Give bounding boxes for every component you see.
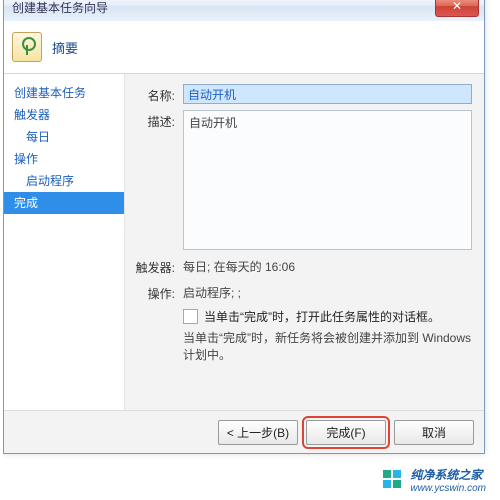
sidebar-item-4[interactable]: 启动程序 bbox=[4, 170, 124, 192]
wizard-sidebar: 创建基本任务触发器每日操作启动程序完成 bbox=[4, 74, 125, 410]
open-properties-label: 当单击“完成”时，打开此任务属性的对话框。 bbox=[204, 308, 440, 325]
button-bar: < 上一步(B) 完成(F) 取消 bbox=[4, 410, 484, 453]
cancel-button[interactable]: 取消 bbox=[394, 420, 474, 445]
page-title: 摘要 bbox=[52, 38, 78, 57]
action-value: 启动程序; ; bbox=[183, 282, 472, 301]
sidebar-item-2[interactable]: 每日 bbox=[4, 126, 124, 148]
trigger-value: 每日; 在每天的 16:06 bbox=[183, 256, 472, 275]
back-button[interactable]: < 上一步(B) bbox=[218, 420, 298, 445]
description-field[interactable] bbox=[183, 110, 472, 250]
finish-button[interactable]: 完成(F) bbox=[306, 420, 386, 445]
sidebar-item-3[interactable]: 操作 bbox=[4, 148, 124, 170]
action-label: 操作: bbox=[131, 282, 183, 302]
name-label: 名称: bbox=[131, 84, 183, 104]
window-title: 创建基本任务向导 bbox=[12, 0, 108, 16]
open-properties-checkbox[interactable] bbox=[183, 309, 198, 324]
sidebar-item-0[interactable]: 创建基本任务 bbox=[4, 82, 124, 104]
sidebar-item-5[interactable]: 完成 bbox=[4, 192, 124, 214]
trigger-label: 触发器: bbox=[131, 256, 183, 276]
sidebar-item-1[interactable]: 触发器 bbox=[4, 104, 124, 126]
wizard-icon bbox=[12, 32, 42, 62]
description-label: 描述: bbox=[131, 110, 183, 130]
wizard-header: 摘要 bbox=[4, 21, 484, 74]
finish-note: 当单击“完成”时，新任务将会被创建并添加到 Windows 计划中。 bbox=[183, 329, 472, 363]
watermark-url: www.ycswin.com bbox=[410, 483, 486, 494]
watermark: 纯净系统之家 www.ycswin.com bbox=[382, 466, 486, 494]
title-bar[interactable]: 创建基本任务向导 ✕ bbox=[4, 0, 484, 22]
close-button[interactable]: ✕ bbox=[435, 0, 479, 17]
watermark-logo-icon bbox=[382, 469, 404, 491]
name-field[interactable] bbox=[183, 84, 472, 104]
summary-panel: 名称: 描述: 触发器: 每日; 在每天的 16:06 操作: 启动程序; ; bbox=[125, 74, 484, 410]
watermark-text: 纯净系统之家 bbox=[410, 466, 486, 483]
wizard-window: 创建基本任务向导 ✕ 摘要 创建基本任务触发器每日操作启动程序完成 名称: 描述… bbox=[3, 0, 485, 454]
